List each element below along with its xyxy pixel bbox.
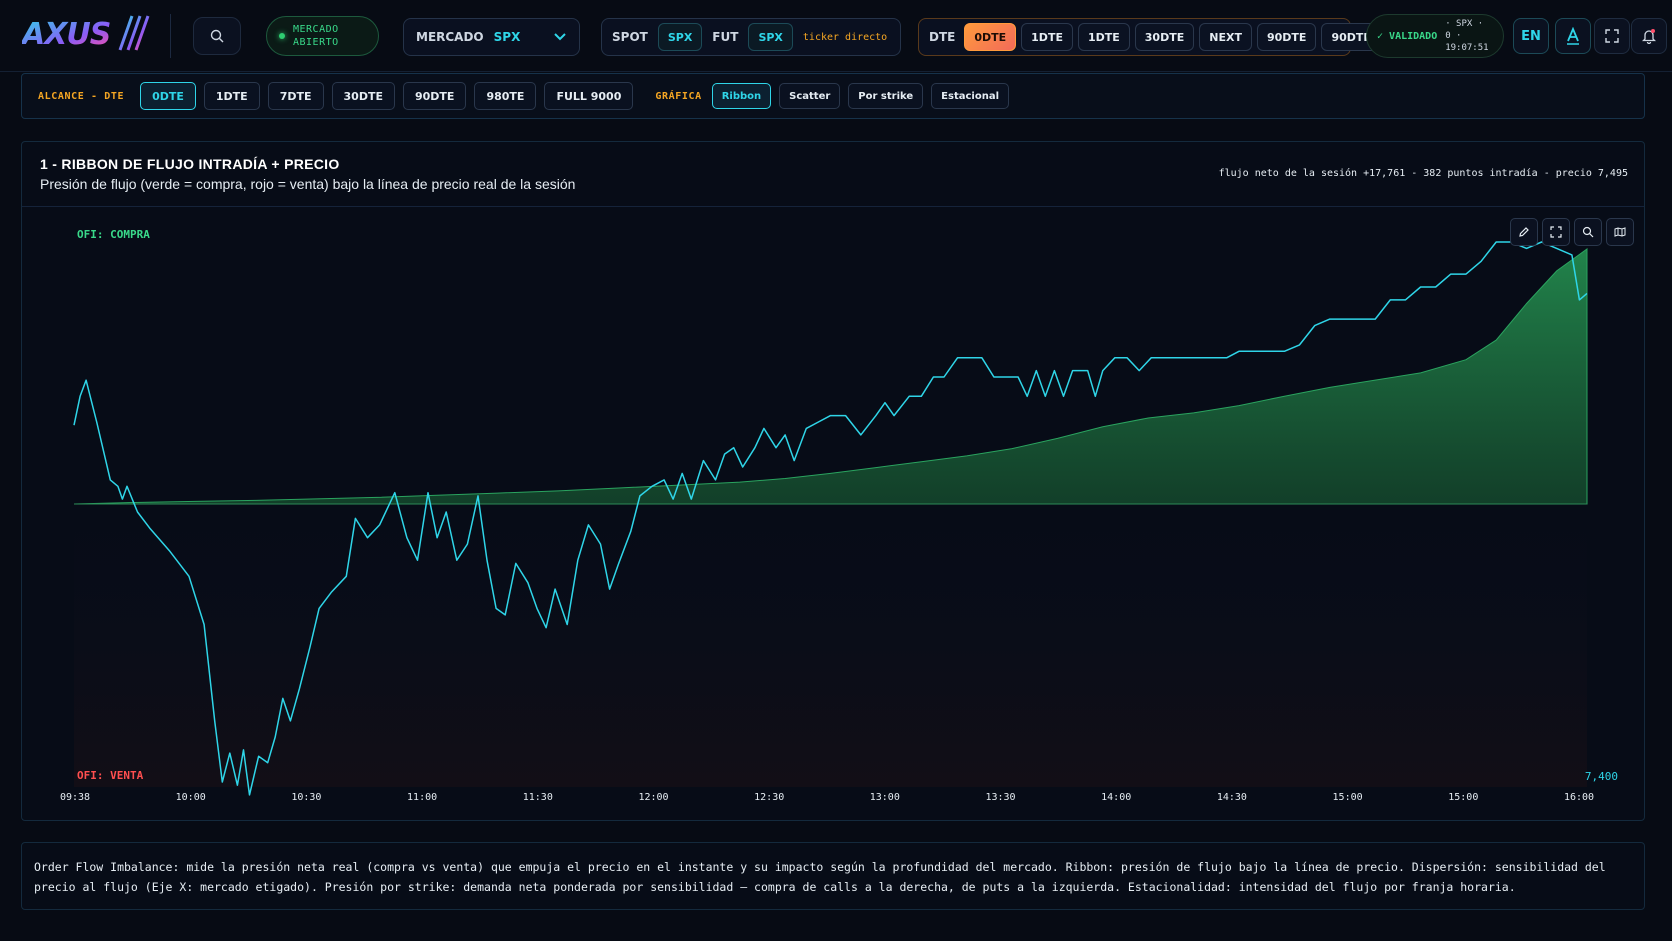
chart-panel: 1 - RIBBON DE FLUJO INTRADÍA + PRECIO Pr… [21, 141, 1645, 821]
dte-option-90dte[interactable]: 90DTE [1256, 23, 1317, 51]
dte-option-next[interactable]: NEXT [1199, 23, 1252, 51]
ribbon-chart[interactable]: OFI: COMPRA OFI: VENTA 7,400 09:38 10:00 10:3… [22, 142, 1646, 822]
fullscreen-button[interactable] [1594, 18, 1630, 54]
validation-badge: ✓ VALIDADO · SPX · 0 · 19:07:51 [1366, 14, 1504, 58]
scope-option-0dte[interactable]: 0DTE [140, 82, 196, 110]
x-tick-label: 13:00 [870, 792, 900, 803]
market-select[interactable]: MERCADO SPX [403, 18, 580, 56]
fut-label: FUT [712, 30, 739, 44]
x-tick-label: 13:30 [985, 792, 1015, 803]
scope-option-980te[interactable]: 980TE [474, 82, 537, 110]
filter-bar: ALCANCE - DTE 0DTE 1DTE 7DTE 30DTE 90DTE… [21, 73, 1645, 119]
info-text: Order Flow Imbalance: mide la presión ne… [34, 860, 1606, 894]
x-tick-label: 11:00 [407, 792, 437, 803]
bell-icon [1642, 29, 1656, 44]
x-tick-label: 12:30 [754, 792, 784, 803]
scope-label: ALCANCE - DTE [38, 90, 125, 102]
x-tick-label: 15:00 [1333, 792, 1363, 803]
scope-option-30dte[interactable]: 30DTE [331, 82, 395, 110]
map-tool-button[interactable] [1606, 218, 1634, 246]
top-bar: AXUS MERCADO ABIERTO MERCADO SPX SPOT SP… [0, 0, 1672, 72]
axus-logo: AXUS [20, 12, 156, 54]
market-select-label: MERCADO [416, 30, 484, 44]
x-tick-label: 12:00 [638, 792, 668, 803]
chart-toolbar [1510, 218, 1634, 246]
divider [170, 14, 171, 58]
dte-option-0dte[interactable]: 0DTE [964, 23, 1017, 51]
text-style-button[interactable] [1555, 18, 1591, 54]
ofi-venta-label: OFI: VENTA [77, 769, 144, 782]
market-status-text: MERCADO ABIERTO [293, 24, 339, 48]
select-frame-icon [1550, 226, 1562, 238]
map-icon [1614, 227, 1626, 237]
select-tool-button[interactable] [1542, 218, 1570, 246]
search-button[interactable] [193, 17, 241, 55]
flow-area [73, 248, 1588, 505]
magnifier-icon [1582, 226, 1594, 238]
spot-fut-group: SPOT SPX FUT SPX ticker directo [601, 18, 901, 56]
scope-option-1dte[interactable]: 1DTE [203, 82, 260, 110]
chart-option-estacional[interactable]: Estacional [931, 83, 1010, 109]
dte-option-1dte-b[interactable]: 1DTE [1077, 23, 1130, 51]
x-tick-label: 11:30 [523, 792, 553, 803]
market-status-badge: MERCADO ABIERTO [266, 16, 379, 56]
x-tick-label: 14:00 [1101, 792, 1131, 803]
scope-option-90dte[interactable]: 90DTE [402, 82, 467, 110]
fullscreen-icon [1605, 29, 1619, 43]
x-tick-label: 15:00 [1448, 792, 1478, 803]
text-a-icon [1567, 27, 1579, 45]
notifications-button[interactable] [1631, 18, 1667, 54]
scope-option-full[interactable]: FULL 9000 [544, 82, 634, 110]
spot-symbol-chip[interactable]: SPX [657, 23, 703, 51]
pencil-icon [1519, 227, 1529, 237]
dte-group: DTE 0DTE 1DTE 1DTE 30DTE NEXT 90DTE 90DT… [918, 18, 1381, 56]
sell-zone-shade [74, 504, 1587, 787]
scope-option-7dte[interactable]: 7DTE [267, 82, 324, 110]
chart-type-label: GRÁFICA [655, 90, 702, 102]
x-tick-label: 09:38 [60, 792, 90, 803]
x-tick-label: 10:00 [176, 792, 206, 803]
svg-text:AXUS: AXUS [22, 17, 110, 52]
x-tick-label: 14:30 [1217, 792, 1247, 803]
dte-option-30dte[interactable]: 30DTE [1134, 23, 1195, 51]
dte-label: DTE [929, 30, 956, 44]
status-dot-icon [279, 33, 285, 39]
zoom-tool-button[interactable] [1574, 218, 1602, 246]
language-button[interactable]: EN [1513, 18, 1549, 54]
ofi-compra-label: OFI: COMPRA [77, 228, 150, 241]
search-icon [210, 29, 224, 43]
x-tick-label: 16:00 [1564, 792, 1594, 803]
dte-option-1dte[interactable]: 1DTE [1021, 23, 1073, 51]
edit-tool-button[interactable] [1510, 218, 1538, 246]
fut-symbol-chip[interactable]: SPX [748, 23, 793, 51]
chart-option-ribbon[interactable]: Ribbon [711, 83, 772, 109]
market-select-value: SPX [493, 30, 521, 44]
validation-info: · SPX · 0 · 19:07:51 [1445, 19, 1489, 53]
chevron-down-icon [554, 33, 566, 41]
x-tick-label: 10:30 [291, 792, 321, 803]
spot-label: SPOT [612, 30, 648, 44]
chart-option-por-strike[interactable]: Por strike [848, 83, 924, 109]
price-tick-label: 7,400 [1585, 770, 1618, 783]
ticker-directo-link[interactable]: ticker directo [799, 32, 891, 43]
chart-option-scatter[interactable]: Scatter [779, 83, 841, 109]
validated-label: ✓ VALIDADO [1377, 30, 1438, 42]
info-box: Order Flow Imbalance: mide la presión ne… [21, 842, 1645, 910]
